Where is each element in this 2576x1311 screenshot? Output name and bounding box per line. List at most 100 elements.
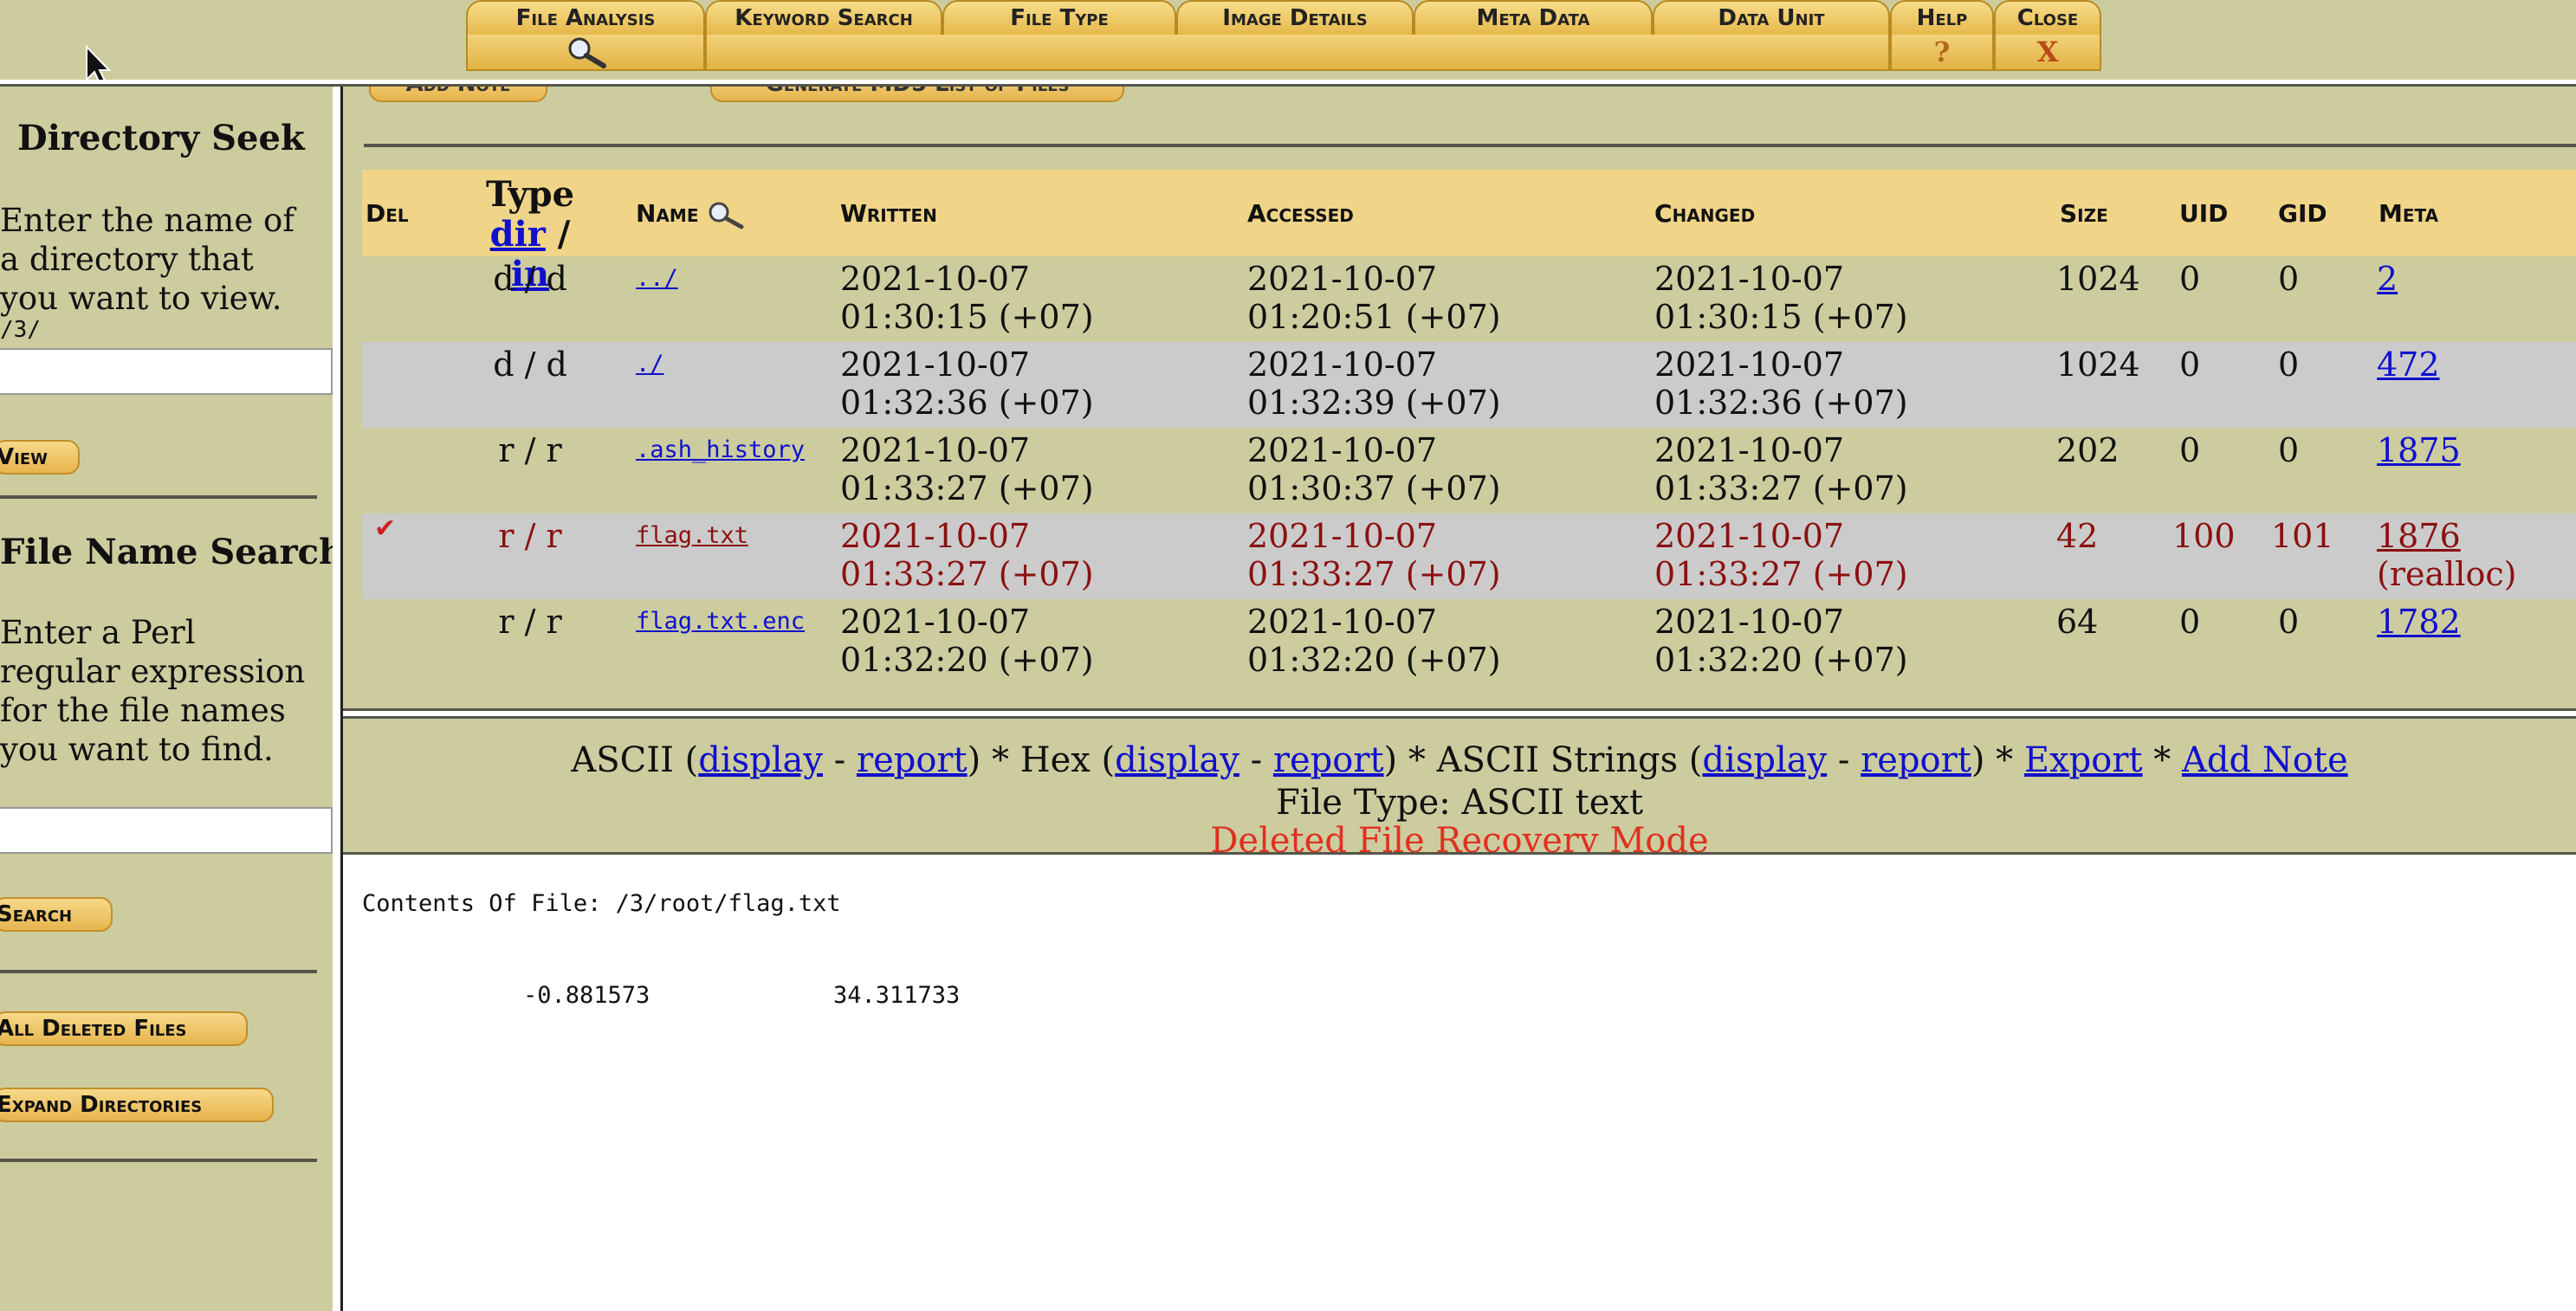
help-icon[interactable]: ?: [1890, 35, 1994, 71]
row-type: r / r: [498, 431, 562, 469]
row-changed-date: 2021-10-07: [1654, 603, 1845, 641]
sidebar-divider: [0, 970, 317, 973]
row-changed-time: 01:32:20 (+07): [1654, 641, 1908, 679]
file-contents-frame: Contents Of File: /3/root/flag.txt -0.88…: [343, 861, 2576, 1311]
file-listing-frame: Add Note Generate MD5 List of Files Del …: [343, 87, 2576, 708]
name-search-icon[interactable]: [703, 200, 750, 229]
separator: ) *: [1383, 740, 1437, 780]
row-uid: 100: [2172, 517, 2236, 555]
row-name-link[interactable]: ../: [636, 260, 678, 298]
hex-report-link[interactable]: report: [1273, 740, 1384, 780]
row-name-link[interactable]: flag.txt: [636, 517, 748, 555]
directory-seek-title: Directory Seek: [17, 118, 305, 158]
row-type: r / r: [498, 603, 562, 641]
row-name-link[interactable]: .ash_history: [636, 431, 805, 469]
header-name[interactable]: Name: [636, 199, 750, 229]
row-changed-date: 2021-10-07: [1654, 517, 1845, 555]
row-meta-link[interactable]: 1876: [2377, 517, 2461, 555]
ascii-report-link[interactable]: report: [857, 740, 968, 780]
type-sep: /: [545, 214, 571, 255]
row-changed-date: 2021-10-07: [1654, 431, 1845, 469]
all-deleted-files-button[interactable]: All Deleted Files: [0, 1011, 248, 1046]
row-written-date: 2021-10-07: [840, 260, 1031, 298]
close-icon[interactable]: X: [1994, 35, 2101, 71]
magnifier-icon: [568, 37, 606, 68]
tab-image-details[interactable]: Image Details: [1176, 0, 1414, 36]
tab-meta-data[interactable]: Meta Data: [1414, 0, 1653, 36]
row-gid: 0: [2278, 603, 2300, 641]
row-meta-link[interactable]: 1875: [2377, 431, 2461, 469]
file-search-input[interactable]: [0, 807, 333, 854]
strings-display-link[interactable]: display: [1702, 740, 1827, 780]
tab-help[interactable]: Help: [1890, 0, 1994, 36]
row-name-link[interactable]: ./: [636, 346, 664, 384]
row-accessed-date: 2021-10-07: [1247, 346, 1438, 384]
hex-display-link[interactable]: display: [1115, 740, 1239, 780]
row-changed-time: 01:33:27 (+07): [1654, 555, 1908, 593]
dash: -: [1827, 740, 1861, 780]
directory-input[interactable]: [0, 348, 333, 395]
directory-seek-text-1: Enter the name of: [0, 202, 295, 239]
strings-label: ASCII Strings (: [1436, 740, 1703, 780]
add-note-button[interactable]: Add Note: [369, 87, 547, 102]
tab-close[interactable]: Close: [1994, 0, 2101, 36]
generate-md5-button[interactable]: Generate MD5 List of Files: [710, 87, 1124, 102]
row-written-time: 01:32:36 (+07): [840, 384, 1094, 422]
hex-label: Hex (: [1019, 740, 1116, 780]
sidebar-frame-border: [333, 87, 343, 1311]
separator: ) *: [1971, 740, 2024, 780]
row-changed-time: 01:33:27 (+07): [1654, 469, 1908, 507]
row-accessed-date: 2021-10-07: [1247, 517, 1438, 555]
table-row: d / d ./ 2021-10-07 01:32:36 (+07) 2021-…: [362, 342, 2576, 428]
type-dir-link[interactable]: dir: [490, 214, 546, 255]
file-search-text-2: regular expression: [0, 653, 306, 690]
row-uid: 0: [2179, 603, 2201, 641]
row-gid: 0: [2278, 260, 2300, 298]
row-gid: 0: [2278, 431, 2300, 469]
row-written-time: 01:33:27 (+07): [840, 555, 1094, 593]
header-name-label: Name: [636, 199, 699, 228]
row-name-link[interactable]: flag.txt.enc: [636, 603, 805, 641]
expand-directories-button[interactable]: Expand Directories: [0, 1088, 274, 1122]
directory-seek-text-2: a directory that: [0, 241, 254, 278]
row-size: 64: [2056, 603, 2099, 641]
row-meta-link[interactable]: 472: [2377, 346, 2440, 384]
tab-data-unit[interactable]: Data Unit: [1653, 0, 1890, 36]
contents-value-1: -0.881573: [523, 982, 650, 1009]
header-changed: Changed: [1654, 199, 1756, 228]
tab-file-analysis[interactable]: File Analysis: [466, 0, 705, 36]
toolbar-divider: [0, 80, 2576, 87]
header-accessed: Accessed: [1247, 199, 1354, 228]
row-meta-link[interactable]: 1782: [2377, 603, 2461, 641]
contents-value-2: 34.311733: [833, 982, 961, 1009]
row-accessed-date: 2021-10-07: [1247, 603, 1438, 641]
file-search-text-1: Enter a Perl: [0, 614, 196, 651]
tab-file-type[interactable]: File Type: [942, 0, 1176, 36]
listing-divider: [364, 144, 2576, 147]
export-link[interactable]: Export: [2024, 740, 2143, 780]
search-button[interactable]: Search: [0, 897, 113, 932]
table-row: r / r flag.txt.enc 2021-10-07 01:32:20 (…: [362, 599, 2576, 685]
row-accessed-time: 01:33:27 (+07): [1247, 555, 1501, 593]
header-gid: GID: [2278, 199, 2327, 228]
row-size: 42: [2056, 517, 2099, 555]
row-written-time: 01:30:15 (+07): [840, 298, 1094, 336]
tab-keyword-search[interactable]: Keyword Search: [705, 0, 942, 36]
dash: -: [823, 740, 857, 780]
table-row: r / r .ash_history 2021-10-07 01:33:27 (…: [362, 428, 2576, 513]
header-size: Size: [2060, 199, 2108, 228]
row-changed-date: 2021-10-07: [1654, 346, 1845, 384]
row-gid: 0: [2278, 346, 2300, 384]
table-header: Del Type dir / in Name Written Accessed …: [362, 170, 2576, 294]
file-analysis-sub[interactable]: [466, 35, 705, 71]
row-meta-link[interactable]: 2: [2377, 260, 2398, 298]
strings-report-link[interactable]: report: [1861, 740, 1971, 780]
frame-divider: [343, 708, 2576, 719]
add-note-link[interactable]: Add Note: [2182, 740, 2348, 780]
row-accessed-time: 01:20:51 (+07): [1247, 298, 1501, 336]
view-button[interactable]: View: [0, 440, 80, 475]
table-row-deleted: ✔ r / r flag.txt 2021-10-07 01:33:27 (+0…: [362, 513, 2576, 599]
row-accessed-date: 2021-10-07: [1247, 260, 1438, 298]
view-options: ASCII (display - report) * Hex (display …: [343, 739, 2576, 781]
ascii-display-link[interactable]: display: [698, 740, 823, 780]
